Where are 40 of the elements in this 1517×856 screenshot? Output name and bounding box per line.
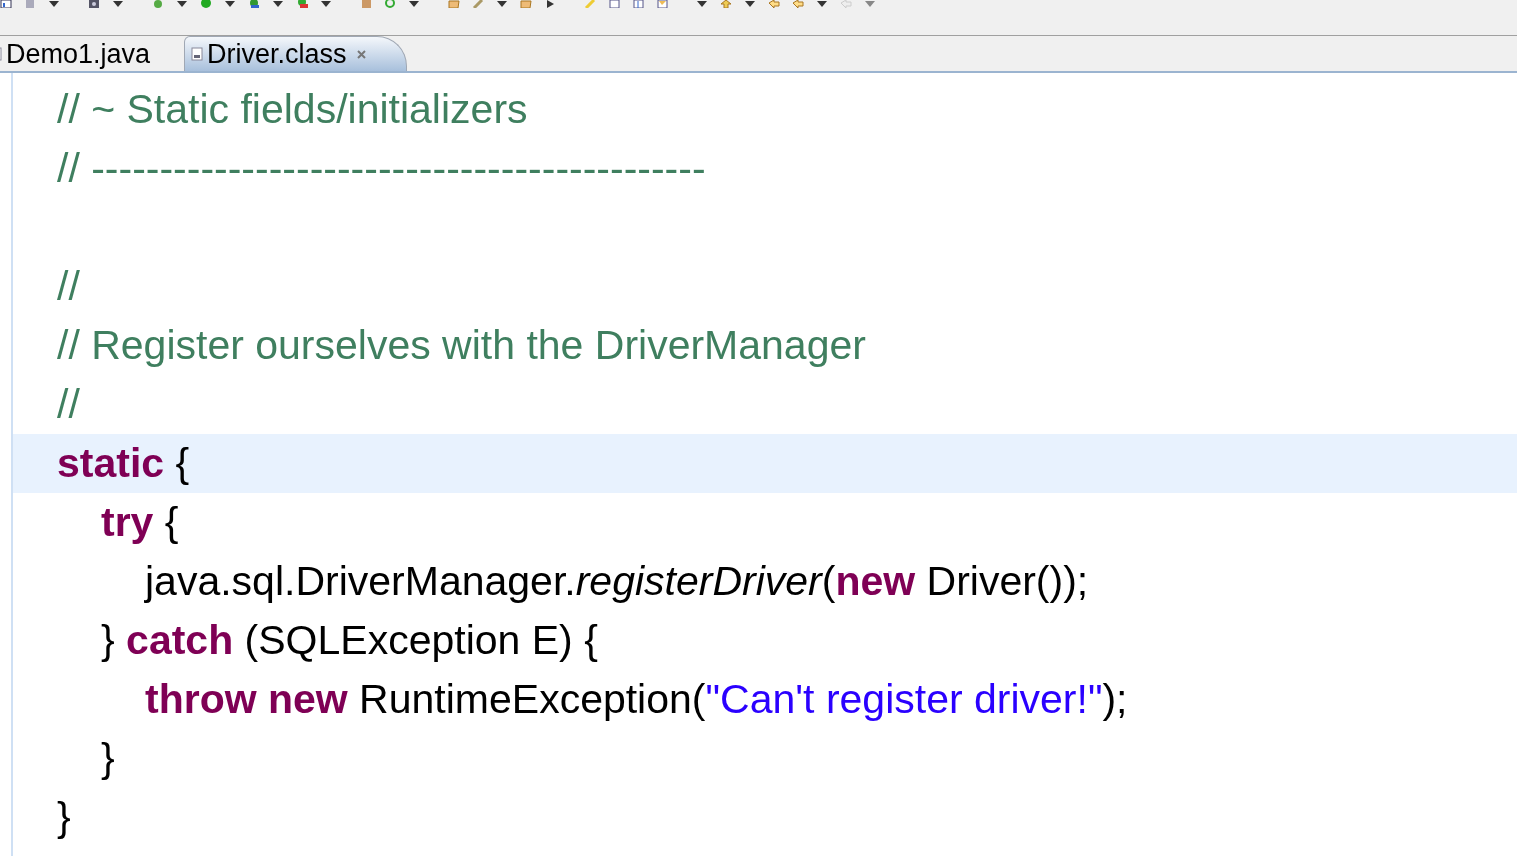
caret-icon[interactable] — [744, 0, 756, 8]
caret-icon[interactable] — [48, 0, 60, 8]
folder-icon[interactable] — [520, 0, 532, 8]
code-line: } catch (SQLException E) { — [101, 617, 598, 664]
caret-icon[interactable] — [112, 0, 124, 8]
code-line: throw new RuntimeException("Can't register driver!"); — [145, 676, 1128, 723]
up-arrow-icon[interactable] — [720, 0, 732, 8]
code-line: // — [57, 263, 80, 310]
code-line: } — [57, 794, 71, 841]
code-line: try { — [101, 499, 179, 546]
code-line: // — [57, 381, 80, 428]
close-icon[interactable] — [356, 49, 366, 59]
code-line: // --------------------------------------------- — [57, 145, 706, 192]
pencil-icon[interactable] — [472, 0, 484, 8]
camera-icon[interactable] — [88, 0, 100, 8]
caret-icon[interactable] — [176, 0, 188, 8]
caret-icon[interactable] — [696, 0, 708, 8]
document-icon[interactable] — [608, 0, 620, 8]
forward-arrow-icon[interactable] — [792, 0, 804, 8]
folder-icon[interactable] — [448, 0, 460, 8]
caret-icon[interactable] — [816, 0, 828, 8]
caret-icon[interactable] — [272, 0, 284, 8]
caret-icon[interactable] — [496, 0, 508, 8]
editor-tab[interactable]: Driver.class — [184, 36, 407, 71]
code-line: // ~ Static fields/initializers — [57, 86, 528, 133]
editor-tab[interactable]: Demo1.java — [0, 37, 173, 71]
caret-icon[interactable] — [224, 0, 236, 8]
play-icon[interactable] — [200, 0, 212, 8]
refresh-icon[interactable] — [384, 0, 396, 8]
caret-icon[interactable] — [408, 0, 420, 8]
outline-icon[interactable] — [656, 0, 668, 8]
class-file-icon[interactable] — [191, 47, 204, 61]
paragraph-icon[interactable] — [632, 0, 644, 8]
code-line: // Register ourselves with the DriverManager — [57, 322, 866, 369]
caret-icon[interactable] — [320, 0, 332, 8]
code-line: static { — [57, 440, 190, 487]
code-line: java.sql.DriverManager.registerDriver(new Driver()); — [145, 558, 1089, 605]
back-arrow-icon[interactable] — [768, 0, 780, 8]
code-line: } — [101, 735, 115, 782]
cursor-icon[interactable] — [544, 0, 556, 8]
